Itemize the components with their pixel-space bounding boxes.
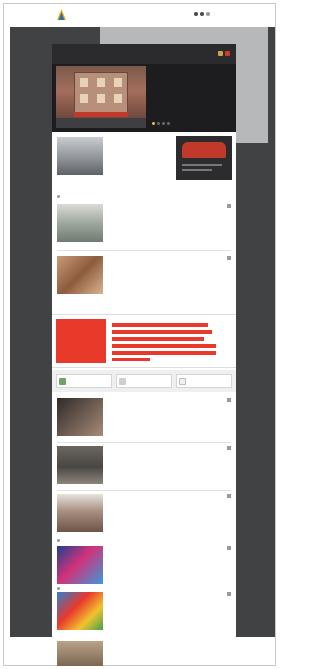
carousel-dot[interactable] bbox=[157, 122, 160, 125]
article-text bbox=[109, 258, 227, 260]
article-text bbox=[109, 206, 227, 208]
article-thumbnail[interactable] bbox=[57, 592, 103, 630]
traffic-icon bbox=[119, 378, 126, 385]
bookmark-icon[interactable] bbox=[227, 494, 231, 498]
section-heading bbox=[57, 538, 231, 544]
article-teaser[interactable] bbox=[57, 398, 231, 438]
traffic-widget[interactable] bbox=[116, 374, 172, 388]
carousel-dot[interactable] bbox=[162, 122, 165, 125]
divider bbox=[57, 250, 231, 251]
promo-text-line bbox=[112, 358, 150, 361]
bookmark-icon[interactable] bbox=[227, 204, 231, 208]
site-logo-icon[interactable] bbox=[57, 9, 66, 20]
article-thumbnail[interactable] bbox=[57, 546, 103, 584]
bookmark-icon[interactable] bbox=[218, 51, 223, 56]
bookmark-icon[interactable] bbox=[227, 398, 231, 402]
window bbox=[80, 94, 88, 103]
article-thumbnail[interactable] bbox=[57, 204, 103, 242]
section-nav bbox=[52, 44, 236, 64]
article-text bbox=[109, 400, 227, 402]
events-widget[interactable] bbox=[176, 374, 232, 388]
section-nav-tools bbox=[218, 51, 230, 56]
section-dot-icon bbox=[57, 587, 60, 590]
article-text bbox=[109, 643, 227, 645]
window bbox=[114, 94, 122, 103]
carousel-dot[interactable] bbox=[167, 122, 170, 125]
window bbox=[97, 94, 105, 103]
promo-text-line bbox=[112, 344, 216, 348]
sidebar-ad[interactable] bbox=[176, 136, 232, 180]
article-thumbnail[interactable] bbox=[57, 137, 103, 175]
article-teaser[interactable] bbox=[57, 204, 231, 244]
hero-image[interactable] bbox=[56, 66, 146, 128]
bookmark-icon[interactable] bbox=[227, 592, 231, 596]
content-column bbox=[52, 44, 236, 637]
menu-icon[interactable] bbox=[206, 12, 210, 16]
hero-text bbox=[152, 70, 232, 73]
article-thumbnail[interactable] bbox=[57, 494, 103, 532]
promo-text-line bbox=[112, 323, 208, 327]
article-thumbnail[interactable] bbox=[57, 446, 103, 484]
bookmark-icon[interactable] bbox=[227, 546, 231, 550]
section-dot-icon bbox=[57, 539, 60, 542]
window bbox=[114, 78, 122, 87]
shop-awning bbox=[74, 112, 128, 117]
bookmark-icon[interactable] bbox=[227, 446, 231, 450]
article-teaser[interactable] bbox=[57, 446, 231, 486]
weather-icon bbox=[59, 378, 66, 385]
window bbox=[97, 78, 105, 87]
carousel-dots bbox=[152, 122, 170, 125]
service-widgets bbox=[52, 370, 236, 392]
article-text bbox=[109, 496, 227, 498]
article-teaser[interactable] bbox=[57, 641, 231, 666]
article-teaser[interactable] bbox=[57, 137, 173, 177]
carousel-dot[interactable] bbox=[152, 122, 155, 125]
ad-text-line bbox=[182, 164, 222, 166]
search-icon[interactable] bbox=[194, 12, 198, 16]
live-icon[interactable] bbox=[225, 51, 230, 56]
promo-text-line bbox=[112, 351, 216, 355]
ad-text-line bbox=[182, 169, 212, 171]
promo-banner[interactable] bbox=[52, 314, 236, 368]
hero-teaser[interactable] bbox=[52, 64, 236, 132]
promo-text-line bbox=[112, 337, 204, 341]
section-heading bbox=[57, 194, 231, 200]
article-text bbox=[109, 594, 227, 596]
promo-text-line bbox=[112, 330, 212, 334]
article-teaser[interactable] bbox=[57, 256, 231, 296]
article-thumbnail[interactable] bbox=[57, 398, 103, 436]
divider bbox=[57, 490, 231, 491]
divider bbox=[57, 442, 231, 443]
article-teaser[interactable] bbox=[57, 592, 231, 632]
article-thumbnail[interactable] bbox=[57, 641, 103, 666]
user-icon[interactable] bbox=[200, 12, 204, 16]
article-teaser[interactable] bbox=[57, 546, 231, 586]
bookmark-icon[interactable] bbox=[227, 256, 231, 260]
article-teaser[interactable] bbox=[57, 494, 231, 534]
article-text bbox=[109, 548, 227, 550]
header-tools bbox=[194, 12, 214, 16]
calendar-icon bbox=[179, 378, 186, 385]
article-thumbnail[interactable] bbox=[57, 256, 103, 294]
site-header bbox=[4, 4, 275, 26]
promo-image[interactable] bbox=[56, 319, 106, 363]
window bbox=[80, 78, 88, 87]
weather-widget[interactable] bbox=[56, 374, 112, 388]
section-dot-icon bbox=[57, 195, 60, 198]
article-text bbox=[109, 139, 173, 141]
street bbox=[56, 118, 146, 128]
ad-car-image bbox=[182, 142, 226, 158]
article-text bbox=[109, 448, 227, 450]
